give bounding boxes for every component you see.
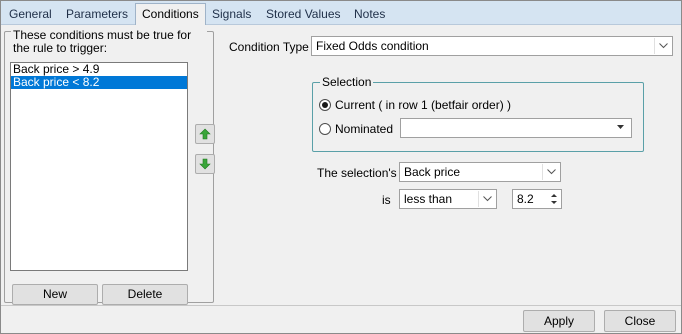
chevron-down-icon: [542, 164, 559, 180]
new-condition-button[interactable]: New: [12, 284, 98, 305]
conditions-list[interactable]: Back price > 4.9 Back price < 8.2: [10, 62, 188, 271]
green-down-arrow-icon: [199, 158, 211, 170]
conditions-group: These conditions must be true for the ru…: [4, 29, 215, 305]
current-radio[interactable]: [319, 99, 331, 111]
dialog-footer: Apply Close: [1, 305, 681, 333]
tab-stored-values[interactable]: Stored Values: [260, 4, 347, 25]
condition-type-label: Condition Type: [229, 40, 309, 54]
nominated-select[interactable]: [400, 118, 632, 138]
tab-notes[interactable]: Notes: [348, 4, 391, 25]
tab-general[interactable]: General: [3, 4, 58, 25]
conditions-tab-content: These conditions must be true for the ru…: [2, 25, 680, 305]
selection-field-label: The selection's: [317, 166, 397, 180]
delete-condition-button[interactable]: Delete: [102, 284, 188, 305]
amount-value: 8.2: [517, 192, 534, 206]
condition-type-select[interactable]: Fixed Odds condition: [311, 36, 673, 56]
tab-parameters[interactable]: Parameters: [60, 4, 134, 25]
tab-conditions[interactable]: Conditions: [135, 3, 206, 26]
tab-strip: General Parameters Conditions Signals St…: [1, 1, 681, 26]
apply-button[interactable]: Apply: [523, 310, 595, 332]
green-up-arrow-icon: [199, 128, 211, 140]
conditions-group-legend: These conditions must be true for the ru…: [11, 29, 207, 55]
dropdown-arrow-icon: [613, 120, 630, 136]
condition-type-value: Fixed Odds condition: [316, 39, 429, 53]
selection-field-select[interactable]: Back price: [399, 162, 561, 182]
nominated-radio-label: Nominated: [335, 122, 394, 136]
current-radio-label: Current ( in row 1 (betfair order) ): [335, 98, 512, 112]
selection-group-legend: Selection: [320, 75, 374, 89]
list-item[interactable]: Back price < 8.2: [11, 76, 187, 89]
move-down-button[interactable]: [195, 154, 215, 174]
rule-editor-window: General Parameters Conditions Signals St…: [0, 0, 682, 334]
operator-select[interactable]: less than: [399, 189, 497, 209]
is-label: is: [382, 193, 391, 207]
close-button[interactable]: Close: [604, 310, 676, 332]
chevron-down-icon: [654, 38, 671, 54]
spinner-arrows-icon[interactable]: [548, 191, 560, 207]
move-up-button[interactable]: [195, 124, 215, 144]
operator-value: less than: [404, 192, 453, 206]
nominated-radio[interactable]: [319, 123, 331, 135]
chevron-down-icon: [478, 191, 495, 207]
selection-group: Selection Current ( in row 1 (betfair or…: [312, 75, 644, 152]
amount-spinner[interactable]: 8.2: [512, 189, 562, 209]
tab-signals[interactable]: Signals: [206, 4, 257, 25]
selection-field-value: Back price: [404, 165, 461, 179]
